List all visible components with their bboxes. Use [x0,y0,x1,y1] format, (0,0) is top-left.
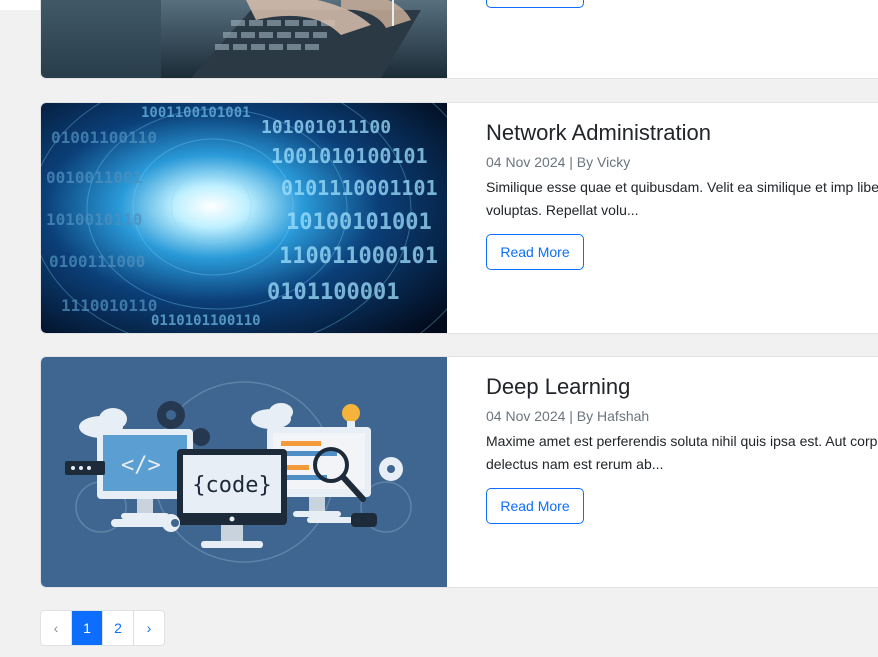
read-more-button[interactable] [486,0,584,8]
pagination: ‹ 1 2 › [40,610,165,646]
svg-text:101001011100: 101001011100 [261,117,391,138]
code-tag-label: </> [121,453,161,478]
code-label: {code} [192,473,271,498]
post-title[interactable]: Network Administration [486,120,711,146]
svg-text:0101110001101: 0101110001101 [281,176,438,200]
post-body: Deep Learning 04 Nov 2024 | By Hafshah M… [486,357,878,587]
code-monitors-illustration[interactable]: </> {code} [41,357,447,587]
pagination-prev[interactable]: ‹ [41,611,72,645]
svg-text:1001100101001: 1001100101001 [141,105,251,121]
post-body [486,0,878,78]
post-excerpt: Maxime amet est perferendis soluta nihil… [486,433,878,472]
pagination-next[interactable]: › [134,611,164,645]
post-excerpt: Similique esse quae et quibusdam. Velit … [486,179,878,218]
post-card: 101001011100 1001010100101 0101110001101… [40,102,878,334]
svg-text:1001010100101: 1001010100101 [271,144,428,168]
post-card: </> {code} Deep Learning 04 Nov 2024 | B… [40,356,878,588]
svg-text:0010011001: 0010011001 [46,168,142,187]
pagination-page-2[interactable]: 2 [103,611,134,645]
svg-text:0110101100110: 0110101100110 [151,313,261,329]
read-more-button[interactable]: Read More [486,488,584,524]
laptop-typing-photo[interactable] [41,0,447,78]
svg-text:0101100001: 0101100001 [267,280,399,305]
read-more-button[interactable]: Read More [486,234,584,270]
svg-text:1110010110: 1110010110 [61,296,157,315]
svg-text:10100101001: 10100101001 [286,210,432,235]
post-meta: 04 Nov 2024 | By Hafshah [486,408,650,424]
svg-text:110011000101: 110011000101 [279,244,438,269]
pagination-page-1[interactable]: 1 [72,611,103,645]
svg-text:1010010110: 1010010110 [46,210,142,229]
binary-data-tunnel-image[interactable]: 101001011100 1001010100101 0101110001101… [41,103,447,333]
post-card [40,0,878,79]
post-title[interactable]: Deep Learning [486,374,630,400]
post-meta: 04 Nov 2024 | By Vicky [486,154,631,170]
svg-text:0100111000: 0100111000 [49,252,145,271]
post-body: Network Administration 04 Nov 2024 | By … [486,103,878,333]
svg-text:01001100110: 01001100110 [51,128,157,147]
